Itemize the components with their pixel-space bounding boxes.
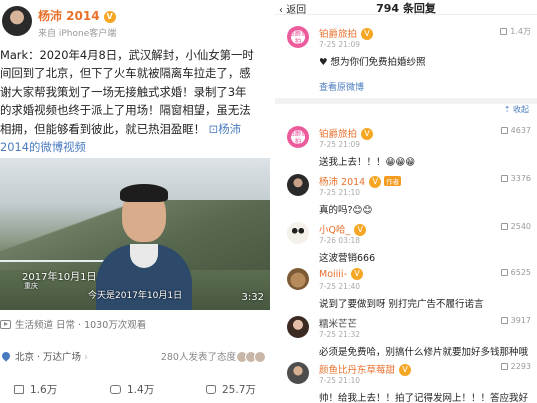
- collapse-button[interactable]: ⇡ 收起: [504, 104, 529, 115]
- verified-badge-icon: V: [399, 364, 412, 376]
- post-action-bar: 1.6万 1.4万 25.7万: [0, 380, 270, 400]
- comment-like-button[interactable]: 2293: [500, 362, 531, 371]
- commenter-name[interactable]: 小Q哈_ V: [319, 222, 367, 236]
- post-source: 来自 iPhone客户端: [38, 29, 117, 39]
- commenter-name[interactable]: 铂爵旅拍 V: [319, 26, 374, 40]
- thumbs-up-icon: [500, 223, 508, 230]
- comment-like-button[interactable]: 2540: [500, 222, 531, 231]
- comment-time: 7-25 21:09: [319, 140, 361, 149]
- commenter-avatar[interactable]: 铂爵旅拍: [287, 126, 309, 148]
- collapse-icon: ⇡: [503, 105, 511, 114]
- verified-badge-icon: V: [103, 11, 116, 23]
- location-pin-icon: [0, 350, 12, 362]
- post-line: 的求婚视频也终于派上了用场！隔窗相望，虽无法: [0, 103, 251, 118]
- author-avatar[interactable]: [2, 6, 32, 36]
- comment-text: 真的吗?😊😊: [319, 205, 373, 216]
- video-link-cont[interactable]: 2014的微博视频: [0, 138, 268, 156]
- weibo-post-panel: 杨沛 2014 V 来自 iPhone客户端 Mark：2020年4月8日，武汉解…: [0, 0, 270, 403]
- verified-badge-icon: V: [354, 224, 367, 236]
- verified-badge-icon: V: [361, 28, 374, 40]
- verified-badge-icon: V: [361, 128, 374, 140]
- post-line: Mark：2020年4月8日，武汉解封，小仙女第一时: [0, 48, 254, 62]
- post-body: Mark：2020年4月8日，武汉解封，小仙女第一时 间回到了北京，但下了火车就…: [0, 46, 268, 156]
- reply-count-title: 794 条回复: [376, 2, 436, 15]
- commenter-avatar[interactable]: [287, 362, 309, 384]
- thumbs-up-icon: [500, 363, 508, 370]
- comment-text: ♥ 想为你们免费拍婚纱照: [319, 57, 426, 68]
- comment-time: 7-25 21:09: [319, 40, 361, 49]
- verified-badge-icon: V: [351, 268, 363, 280]
- section-separator: [275, 98, 537, 104]
- video-duration: 3:32: [241, 292, 264, 303]
- thumbs-up-icon: [500, 317, 508, 324]
- like-icon: [206, 385, 216, 394]
- comment-text: 送我上去！！！😁😁😁: [319, 157, 416, 168]
- thumbs-up-icon: [500, 175, 508, 182]
- post-line: 间回到了北京，但下了火车就被隔离车拉走了，感: [0, 66, 251, 81]
- comment-icon: [110, 385, 121, 394]
- thumbs-up-icon: [500, 269, 508, 276]
- comment-time: 7-26 03:18: [319, 236, 361, 245]
- thumbs-up-icon: [500, 28, 508, 35]
- video-player[interactable]: 2017年10月1日 重庆 今天是2017年10月1日 3:32: [0, 158, 270, 310]
- comment-like-button[interactable]: 1.4万: [500, 26, 531, 37]
- share-button[interactable]: 1.6万: [14, 382, 57, 397]
- location-tag[interactable]: 北京 · 万达广场 ›: [0, 349, 88, 363]
- attitude-avatar: [254, 351, 266, 363]
- comment-like-button[interactable]: 6525: [500, 268, 531, 277]
- commenter-avatar[interactable]: [287, 268, 309, 290]
- commenter-name[interactable]: 颜鱼比丹东草莓甜 V: [319, 362, 412, 376]
- commenter-name[interactable]: 糯米芒芒: [319, 316, 357, 330]
- post-header: 杨沛 2014 V 来自 iPhone客户端: [0, 0, 270, 44]
- replies-topbar: ‹ 返回 794 条回复: [275, 0, 537, 16]
- verified-badge-icon: V: [369, 176, 382, 188]
- like-button[interactable]: 25.7万: [206, 382, 256, 397]
- author-badge: 作者: [384, 176, 402, 186]
- commenter-name[interactable]: 铂爵旅拍 V: [319, 126, 374, 140]
- chevron-right-icon: ›: [84, 352, 88, 363]
- commenter-name[interactable]: Moiiii- V: [319, 268, 363, 280]
- commenter-name[interactable]: 杨沛 2014 V 作者: [319, 174, 402, 188]
- comment-text: 必须是免费哈，别搞什么修片就要加好多钱那种哦: [319, 347, 529, 358]
- commenter-avatar[interactable]: [287, 316, 309, 338]
- author-name[interactable]: 杨沛 2014 V: [38, 7, 116, 24]
- comment-time: 7-25 21:10: [319, 376, 361, 385]
- comment-like-button[interactable]: 3917: [500, 316, 531, 325]
- commenter-avatar[interactable]: 铂爵旅拍: [287, 26, 309, 48]
- see-original-link[interactable]: 查看原微博: [319, 80, 364, 93]
- comment-time: 7-25 21:32: [319, 330, 361, 339]
- thumbs-up-icon: [500, 127, 508, 134]
- play-icon: [0, 320, 11, 329]
- attitude-count[interactable]: 280人发表了态度: [161, 349, 266, 363]
- comment-time: 7-25 21:10: [319, 188, 361, 197]
- commenter-avatar[interactable]: [287, 222, 309, 244]
- screen-root: 杨沛 2014 V 来自 iPhone客户端 Mark：2020年4月8日，武汉解…: [0, 0, 537, 403]
- post-line: 相拥，但能够看到彼此，就已热泪盈眶！ ⊡杨沛: [0, 121, 242, 136]
- video-link[interactable]: ⊡杨沛: [209, 122, 241, 136]
- channel-info[interactable]: 生活频道 日常 · 1030万次观看: [0, 317, 146, 331]
- comment-time: 7-25 21:40: [319, 282, 361, 291]
- comment-like-button[interactable]: 3376: [500, 174, 531, 183]
- comment-text: 这波营销666: [319, 253, 376, 264]
- post-line: 谢大家帮我策划了一场无接触式求婚！录制了3年: [0, 84, 247, 99]
- replies-panel: ‹ 返回 794 条回复 铂爵旅拍 铂爵旅拍 V 7-25 21:09 ♥ 想为你…: [275, 0, 537, 403]
- video-caption: 今天是2017年10月1日: [88, 291, 183, 301]
- comment-button[interactable]: 1.4万: [110, 382, 154, 397]
- comment-text: 说到了要做到呀 别打完广告不履行诺言: [319, 299, 484, 310]
- commenter-avatar[interactable]: [287, 174, 309, 196]
- video-place-overlay: 重庆: [24, 282, 38, 290]
- comment-like-button[interactable]: 4637: [500, 126, 531, 135]
- comment-text: 帅！给我上去！！拍了记得发网上！！！答应我好: [319, 393, 529, 403]
- share-icon: [14, 385, 24, 394]
